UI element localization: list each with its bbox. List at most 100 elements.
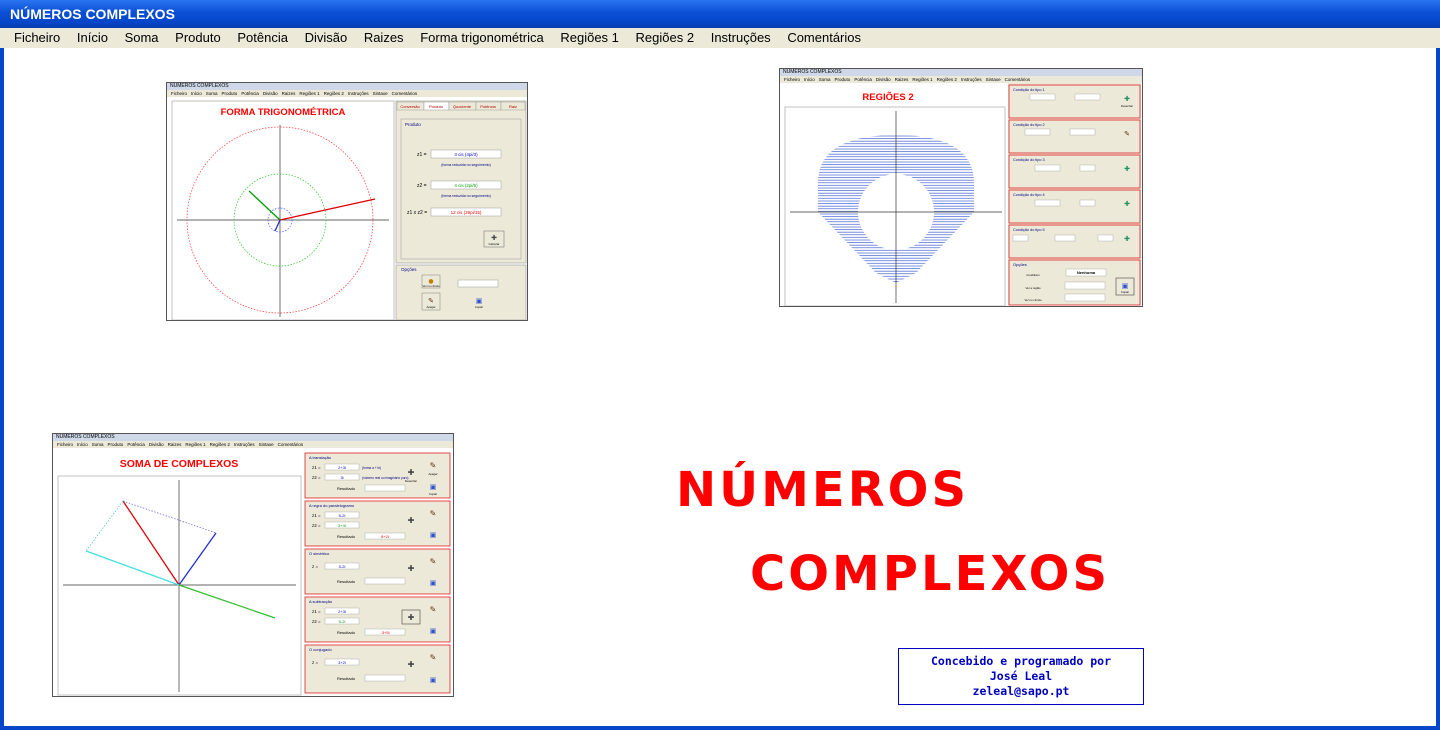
thumb-soma-copy-icon: ▣ — [430, 483, 437, 491]
thumb-menu-bar: Ficheiro Início Soma Produto Potência Divisão… — [53, 441, 453, 448]
thumb-menu-item: Instruções — [233, 442, 255, 447]
menu-ficheiro[interactable]: Ficheiro — [14, 30, 60, 45]
thumb-menu-item: Soma — [818, 77, 831, 82]
thumb-menu-item: Regiões 1 — [185, 442, 206, 447]
thumb-soma-value: 5-2i — [339, 619, 346, 624]
menu-potencia[interactable]: Potência — [237, 30, 288, 45]
thumb-trig-options-title: Opções — [401, 267, 417, 272]
menu-forma-trigonometrica[interactable]: Forma trigonométrica — [420, 30, 544, 45]
thumb-menu-item: Soma — [205, 91, 218, 96]
thumb-soma-result-label: Resultado — [337, 676, 356, 681]
thumb-reg2-draw-icon: ✚ — [1124, 165, 1130, 173]
thumb-trig-calc-icon: ✚ — [491, 234, 497, 242]
window-title: NÚMEROS COMPLEXOS — [10, 6, 175, 22]
thumb-reg2-cond2: Condição do tipo 2 — [1013, 123, 1045, 127]
thumb-soma-draw-icon: ✚ — [408, 613, 415, 622]
credits-box: Concebido e programado por José Leal zel… — [898, 648, 1144, 705]
thumb-soma-copy-icon: ▣ — [430, 676, 437, 684]
thumb-menu-item: Soma — [91, 442, 104, 447]
menu-divisao[interactable]: Divisão — [305, 30, 348, 45]
thumb-soma-z1-label: z1 = — [312, 609, 321, 614]
thumb-menu-item: Regiões 1 — [299, 91, 320, 96]
thumb-menu-item: Início — [804, 77, 815, 82]
thumb-menu-item: Potência — [241, 91, 259, 96]
thumb-title-bar: NÚMEROS COMPLEXOS — [53, 434, 453, 441]
credits-email: zeleal@sapo.pt — [972, 684, 1070, 698]
thumb-reg2-draw-icon: ✚ — [1124, 95, 1130, 103]
thumb-menu-item: Instruções — [347, 91, 369, 96]
thumb-menu-item: Ficheiro — [171, 91, 188, 96]
thumb-menu-item: Instruções — [960, 77, 982, 82]
window-frame-left — [0, 48, 4, 730]
thumb-soma-section: A translação — [309, 455, 332, 460]
thumb-soma-value: 3+2i — [338, 660, 346, 665]
thumb-trig-tab: Conversão — [400, 104, 420, 109]
thumb-soma-z1-label: z1 = — [312, 513, 321, 518]
thumb-reg2-title: REGIÕES 2 — [862, 92, 913, 103]
thumb-soma-erase-label: Apagar — [428, 472, 437, 476]
menu-regioes-2[interactable]: Regiões 2 — [636, 30, 695, 45]
thumb-trig-copy-icon: ▣ — [476, 297, 483, 305]
menu-regioes-1[interactable]: Regiões 1 — [560, 30, 619, 45]
thumb-trig-opt2: Apagar — [426, 305, 435, 309]
thumb-soma-canvas: SOMA DE COMPLEXOS A translação A regra d… — [57, 452, 451, 696]
thumb-soma-erase-icon: ✎ — [430, 557, 437, 566]
thumb-soma-z2-label: z2 = — [312, 523, 321, 528]
thumb-trig-prod-value: 12 cis (26pi/15) — [451, 210, 482, 215]
thumb-menu-item: Raizes — [894, 77, 909, 82]
thumb-soma-section: O conjugado — [309, 647, 332, 652]
thumb-soma-section: A regra do paralelogramo — [309, 503, 355, 508]
menu-inicio[interactable]: Início — [77, 30, 108, 45]
thumb-reg2-btn-label: Desenhar — [1121, 104, 1133, 108]
thumb-soma-erase-icon: ✎ — [430, 653, 437, 662]
menu-instrucoes[interactable]: Instruções — [711, 30, 771, 45]
thumb-trig-tab: Produto — [429, 104, 444, 109]
thumb-trig-z2-label: z2 = — [417, 183, 427, 189]
thumb-reg2-opt3: Ver no círculo — [1024, 298, 1042, 302]
thumb-reg2-cond1: Condição do tipo 1 — [1013, 88, 1045, 92]
thumb-trig-tab: Quociente — [453, 104, 472, 109]
thumb-reg2-select: Nenhuma — [1077, 270, 1096, 275]
hero-title-line1: NÚMEROS — [676, 462, 970, 518]
thumb-soma-value: 5-2i — [339, 513, 346, 518]
thumb-soma-copy-icon: ▣ — [430, 579, 437, 587]
thumb-soma-draw-icon: ✚ — [408, 660, 415, 669]
thumb-menu-item: Comentários — [1004, 77, 1031, 82]
thumb-menu-item: Comentários — [277, 442, 304, 447]
thumb-soma-value: 2+3i — [338, 609, 346, 614]
screenshot-forma-trigonometrica: NÚMEROS COMPLEXOS Ficheiro Início Soma Prod… — [166, 82, 528, 321]
menu-comentarios[interactable]: Comentários — [787, 30, 861, 45]
menu-raizes[interactable]: Raizes — [364, 30, 404, 45]
menu-produto[interactable]: Produto — [175, 30, 221, 45]
thumb-soma-copy-label: Copiar — [429, 492, 437, 496]
thumb-soma-note: (número real ou imaginário puro) — [362, 476, 408, 480]
thumb-menu-item: Produto — [107, 442, 124, 447]
window-title-bar[interactable]: NÚMEROS COMPLEXOS — [0, 0, 1440, 28]
thumb-soma-result-value: -3+5i — [380, 630, 389, 635]
thumb-menu-item: Comentários — [391, 91, 418, 96]
thumb-soma-z2-label: z2 = — [312, 475, 321, 480]
thumb-soma-result-label: Resultado — [337, 630, 356, 635]
thumb-trig-z1-label: z1 = — [417, 152, 427, 158]
thumb-soma-section: O simétrico — [309, 551, 330, 556]
thumb-menu-bar: Ficheiro Início Soma Produto Potência Divisão… — [167, 90, 527, 97]
thumb-soma-draw-icon: ✚ — [408, 516, 415, 525]
menu-soma[interactable]: Soma — [125, 30, 159, 45]
thumb-soma-value: 2+3i — [338, 465, 346, 470]
thumb-soma-z1-label: z1 = — [312, 465, 321, 470]
thumb-soma-result-label: Resultado — [337, 579, 356, 584]
thumb-menu-item: Regiões 2 — [323, 91, 344, 96]
thumb-trig-tab: Raiz — [509, 104, 517, 109]
thumb-menu-item: Ficheiro — [57, 442, 74, 447]
thumb-trig-z2-note: (forma reduzida no seguimento) — [441, 194, 491, 198]
thumb-title-bar: NÚMEROS COMPLEXOS — [780, 69, 1142, 76]
thumb-menu-item: Início — [191, 91, 202, 96]
thumb-menu-item: Potência — [127, 442, 145, 447]
thumb-soma-erase-icon: ✎ — [430, 461, 437, 470]
thumb-reg2-copy-label: Copiar — [1121, 290, 1129, 294]
thumb-soma-z-label: z = — [312, 564, 319, 569]
thumb-menu-item: Raizes — [281, 91, 296, 96]
thumb-reg2-draw-icon: ✚ — [1124, 200, 1130, 208]
thumb-trig-z1-value: 3 cis (4pi/3) — [454, 152, 478, 157]
thumb-menu-item: Divisão — [262, 91, 278, 96]
